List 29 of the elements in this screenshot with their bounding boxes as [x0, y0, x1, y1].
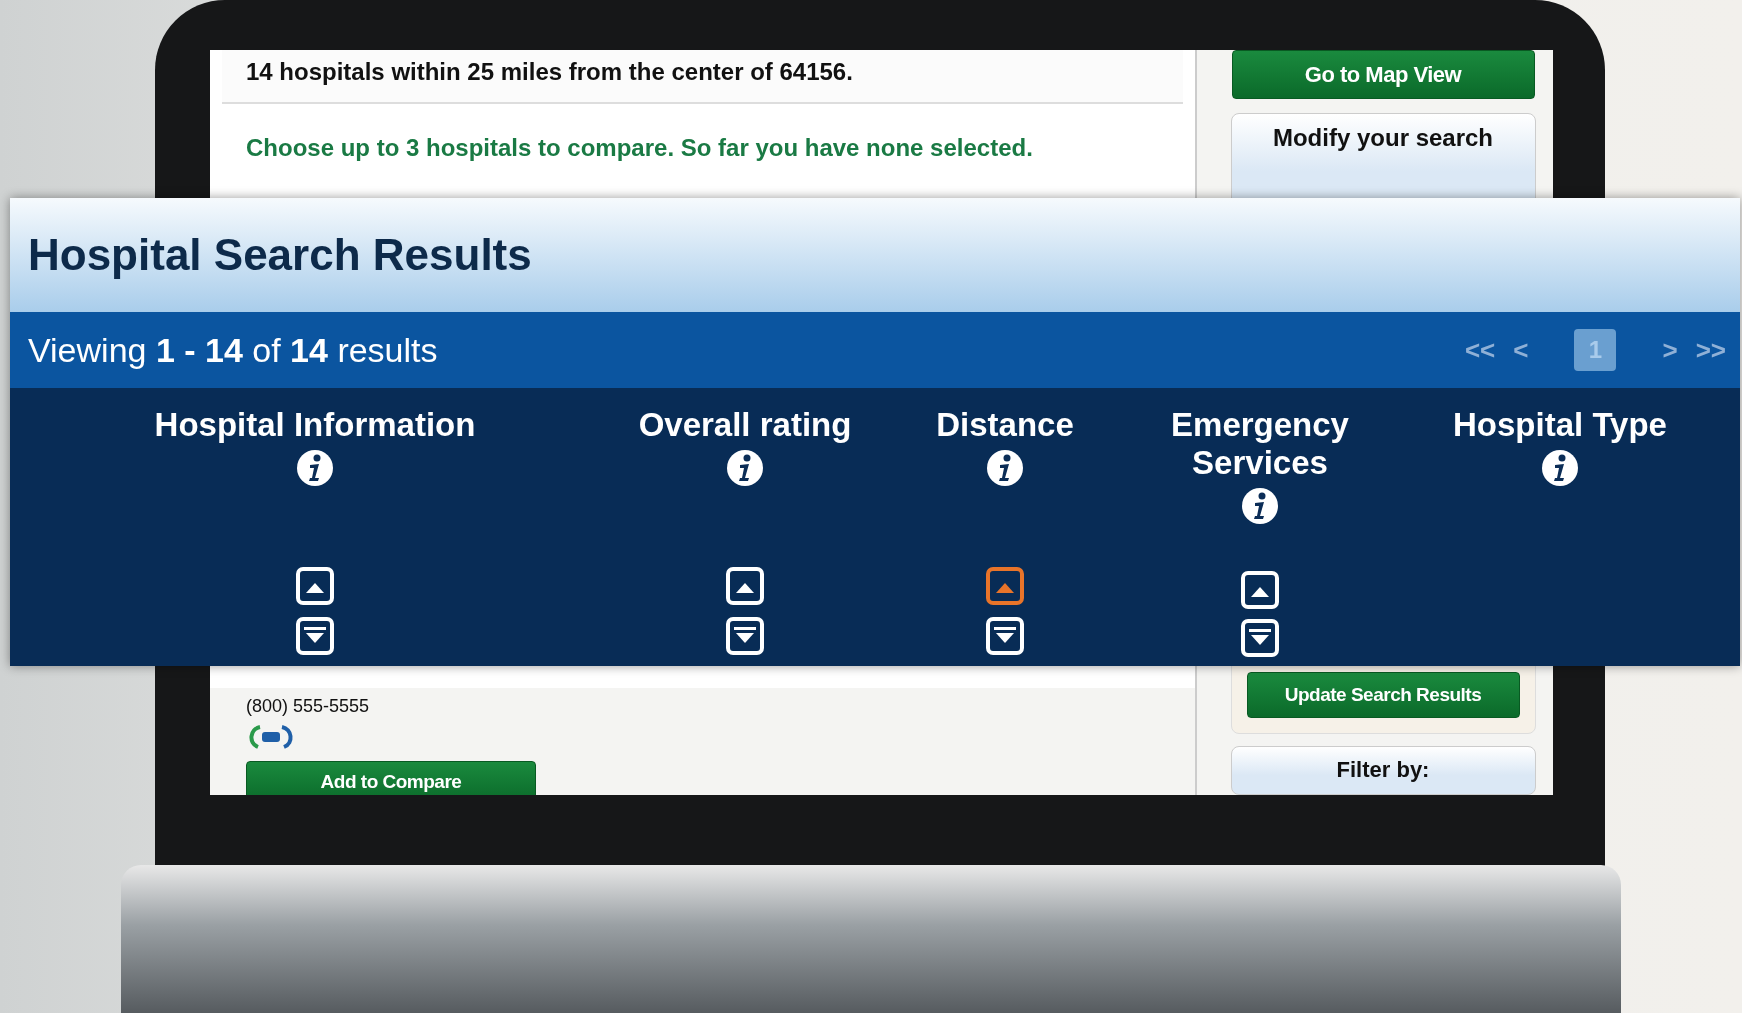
info-icon[interactable] — [1240, 486, 1280, 526]
results-summary: 14 hospitals within 25 miles from the center of 64156. — [246, 58, 853, 85]
panel-heading: Modify your search — [1272, 123, 1494, 153]
info-icon[interactable] — [1540, 448, 1580, 488]
hospital-phone: (800) 555-5555 — [246, 696, 370, 717]
add-to-compare-button[interactable]: Add to Compare — [246, 761, 536, 795]
column-heading: Hospital Type — [1453, 406, 1667, 444]
sort-down-icon[interactable] — [295, 616, 335, 656]
map-view-button[interactable]: Go to Map View — [1231, 50, 1535, 100]
sort-down-icon[interactable] — [725, 616, 765, 656]
page-nav-link[interactable]: << — [1464, 334, 1496, 366]
column-heading: Overall rating — [638, 406, 852, 444]
column-heading: Hospital Information — [154, 406, 476, 444]
page-nav-link[interactable]: > — [1662, 334, 1678, 366]
results-count: Viewing 1 - 14 of 14 results — [28, 330, 438, 370]
info-icon[interactable] — [295, 448, 335, 488]
sort-down-icon[interactable] — [985, 616, 1025, 656]
sort-down-icon[interactable] — [1240, 618, 1280, 658]
page-nav-link[interactable]: >> — [1695, 334, 1726, 366]
column-heading: Distance — [936, 406, 1074, 444]
page-nav-link[interactable]: < — [1513, 334, 1529, 366]
update-results-button[interactable]: Update Search Results — [1246, 671, 1520, 718]
page-number[interactable]: 1 — [1574, 329, 1617, 371]
info-icon[interactable] — [725, 448, 765, 488]
panel-heading: Filter by: — [1336, 755, 1430, 783]
info-icon[interactable] — [985, 448, 1025, 488]
compare-note: Choose up to 3 hospitals to compare. So far you have none selected. — [246, 134, 1034, 162]
column-heading: Emergency Services — [1170, 406, 1350, 482]
page-title: Hospital Search Results — [28, 230, 532, 280]
